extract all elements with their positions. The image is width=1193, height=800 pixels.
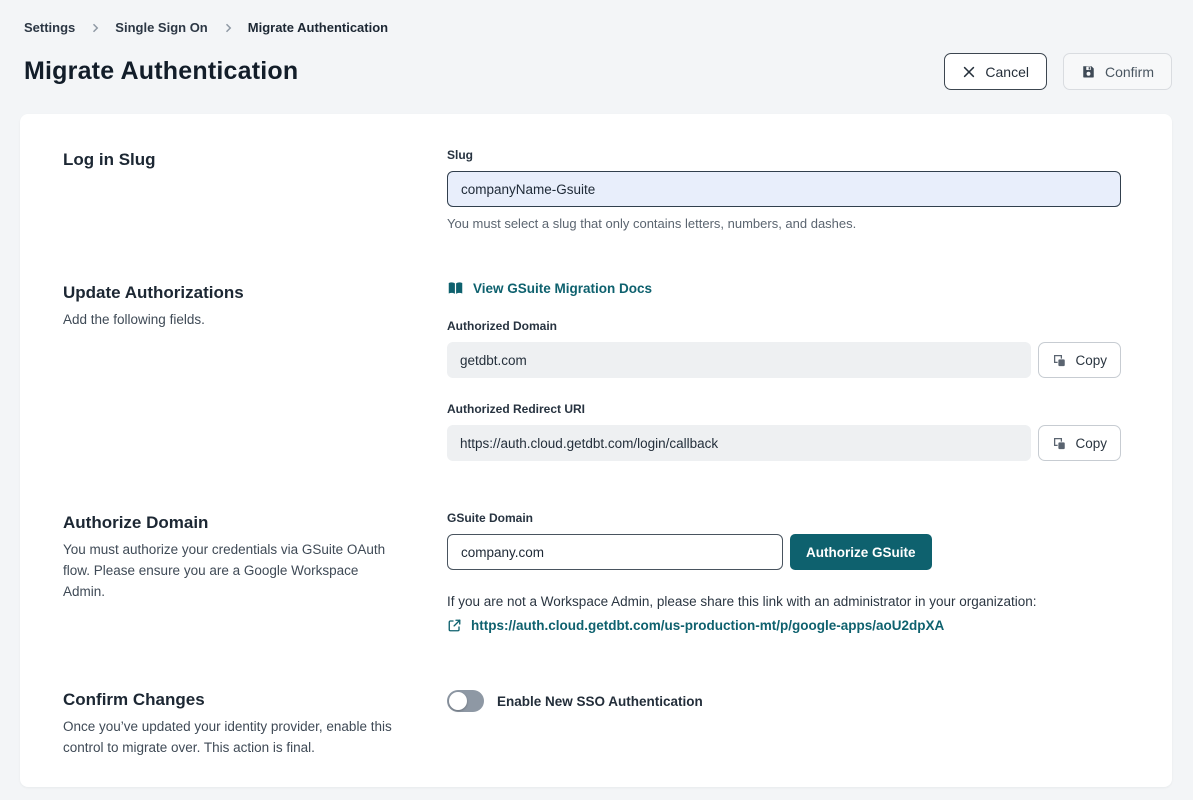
section-update-authorizations-info: Update Authorizations Add the following …: [63, 281, 447, 461]
x-close-icon: [962, 65, 976, 79]
section-confirm-changes-controls: Enable New SSO Authentication: [447, 688, 1121, 759]
authorized-redirect-uri-label: Authorized Redirect URI: [447, 402, 1121, 416]
enable-sso-toggle[interactable]: [447, 690, 484, 712]
copy-redirect-uri-button[interactable]: Copy: [1038, 425, 1121, 461]
section-confirm-changes-info: Confirm Changes Once you’ve updated your…: [63, 688, 447, 759]
gsuite-domain-input[interactable]: [447, 534, 783, 570]
authorized-domain-row: getdbt.com Copy: [447, 342, 1121, 378]
breadcrumb-single-sign-on[interactable]: Single Sign On: [115, 20, 207, 35]
enable-sso-toggle-row: Enable New SSO Authentication: [447, 690, 1121, 712]
chevron-right-icon: [222, 22, 234, 34]
breadcrumb: Settings Single Sign On Migrate Authenti…: [20, 20, 1172, 35]
section-confirm-changes: Confirm Changes Once you’ve updated your…: [63, 688, 1121, 759]
section-update-authorizations: Update Authorizations Add the following …: [63, 281, 1121, 461]
authorize-gsuite-button[interactable]: Authorize GSuite: [790, 534, 932, 570]
open-book-icon: [447, 281, 464, 296]
cancel-button-label: Cancel: [985, 64, 1029, 80]
section-login-slug-controls: Slug You must select a slug that only co…: [447, 148, 1121, 231]
authorized-domain-block: Authorized Domain getdbt.com Copy: [447, 319, 1121, 378]
section-description: You must authorize your credentials via …: [63, 540, 393, 603]
workspace-admin-share-text: If you are not a Workspace Admin, please…: [447, 592, 1121, 612]
authorized-domain-value: getdbt.com: [447, 342, 1031, 378]
gsuite-domain-label: GSuite Domain: [447, 511, 1121, 525]
slug-input[interactable]: [447, 171, 1121, 207]
section-authorize-domain-info: Authorize Domain You must authorize your…: [63, 511, 447, 638]
section-heading: Authorize Domain: [63, 513, 407, 533]
section-authorize-domain: Authorize Domain You must authorize your…: [63, 511, 1121, 638]
toggle-knob: [449, 692, 467, 710]
settings-card: Log in Slug Slug You must select a slug …: [20, 114, 1172, 787]
page-title: Migrate Authentication: [24, 57, 298, 86]
docs-link-label: View GSuite Migration Docs: [473, 281, 652, 296]
confirm-button[interactable]: Confirm: [1063, 53, 1172, 90]
copy-icon: [1052, 353, 1067, 368]
section-authorize-domain-controls: GSuite Domain Authorize GSuite If you ar…: [447, 511, 1121, 638]
enable-sso-toggle-label: Enable New SSO Authentication: [497, 694, 703, 709]
breadcrumb-settings[interactable]: Settings: [24, 20, 75, 35]
authorized-domain-label: Authorized Domain: [447, 319, 1121, 333]
copy-button-label: Copy: [1075, 353, 1107, 368]
copy-authorized-domain-button[interactable]: Copy: [1038, 342, 1121, 378]
migrate-authentication-page: Settings Single Sign On Migrate Authenti…: [0, 0, 1193, 800]
confirm-button-label: Confirm: [1105, 64, 1154, 80]
section-login-slug: Log in Slug Slug You must select a slug …: [63, 148, 1121, 231]
section-heading: Log in Slug: [63, 150, 407, 170]
section-update-authorizations-controls: View GSuite Migration Docs Authorized Do…: [447, 281, 1121, 461]
section-login-slug-info: Log in Slug: [63, 148, 447, 231]
section-heading: Confirm Changes: [63, 690, 407, 710]
slug-helper-text: You must select a slug that only contain…: [447, 216, 1121, 231]
gsuite-domain-row: Authorize GSuite: [447, 534, 1121, 570]
admin-share-link[interactable]: https://auth.cloud.getdbt.com/us-product…: [447, 618, 944, 633]
admin-share-link-label: https://auth.cloud.getdbt.com/us-product…: [471, 618, 944, 633]
breadcrumb-migrate-authentication: Migrate Authentication: [248, 20, 388, 35]
section-description: Once you’ve updated your identity provid…: [63, 717, 393, 759]
chevron-right-icon: [89, 22, 101, 34]
copy-button-label: Copy: [1075, 436, 1107, 451]
floppy-save-icon: [1081, 64, 1096, 79]
authorized-redirect-uri-row: https://auth.cloud.getdbt.com/login/call…: [447, 425, 1121, 461]
page-header: Migrate Authentication Cancel Confirm: [20, 53, 1172, 90]
slug-field-label: Slug: [447, 148, 1121, 162]
section-description: Add the following fields.: [63, 310, 393, 331]
section-heading: Update Authorizations: [63, 283, 407, 303]
header-actions: Cancel Confirm: [944, 53, 1172, 90]
gsuite-migration-docs-link[interactable]: View GSuite Migration Docs: [447, 281, 652, 296]
external-link-icon: [447, 618, 462, 633]
copy-icon: [1052, 436, 1067, 451]
authorized-redirect-uri-block: Authorized Redirect URI https://auth.clo…: [447, 402, 1121, 461]
authorized-redirect-uri-value: https://auth.cloud.getdbt.com/login/call…: [447, 425, 1031, 461]
cancel-button[interactable]: Cancel: [944, 53, 1047, 90]
